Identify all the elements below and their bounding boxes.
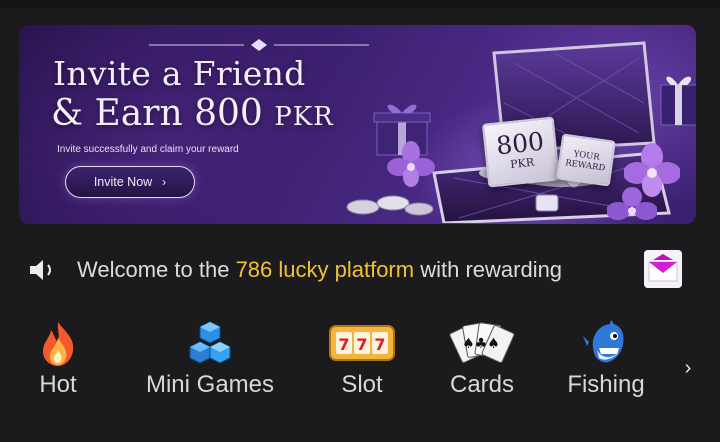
banner-title-prefix: & Earn — [51, 93, 195, 134]
banner-title-amount: 800 — [194, 93, 263, 134]
banner-title-currency: PKR — [274, 102, 334, 132]
chevron-right-icon: › — [162, 175, 167, 189]
category-cards-label: Cards — [449, 371, 515, 398]
svg-text:7: 7 — [338, 335, 349, 354]
orchid-flower-icon — [607, 187, 657, 220]
svg-text:7: 7 — [374, 335, 385, 354]
announcement-text-before: Welcome to the — [77, 257, 236, 282]
coins-icon — [346, 195, 434, 216]
chevron-right-icon[interactable]: › — [680, 355, 696, 381]
cubes-icon — [189, 321, 231, 364]
speaker-icon — [30, 260, 51, 280]
category-hot[interactable]: Hot — [22, 318, 94, 408]
announcement-text-after: with rewarding — [414, 257, 563, 282]
banner-title-line1: Invite a Friend — [53, 54, 306, 93]
flame-icon — [43, 322, 74, 366]
banner-subtitle: Invite successfully and claim your rewar… — [57, 144, 239, 155]
category-fishing[interactable]: Fishing — [556, 318, 656, 408]
playing-cards-icon: ♠♣♠ — [449, 322, 515, 363]
mail-icon[interactable] — [644, 250, 682, 288]
announcement-highlight: 786 lucky platform — [235, 257, 415, 282]
slot-machine-icon: 7 7 7 — [329, 325, 395, 361]
ornament-divider — [149, 39, 369, 51]
invite-now-button[interactable]: Invite Now › — [65, 166, 195, 198]
category-slot-label: Slot — [341, 371, 383, 398]
category-mini-games[interactable]: Mini Games — [136, 318, 284, 408]
category-slot[interactable]: 7 7 7 Slot — [322, 318, 402, 408]
svg-text:♠♣♠: ♠♣♠ — [462, 336, 500, 352]
banner-title-line2: & Earn 800 PKR — [51, 95, 334, 136]
invite-now-label: Invite Now — [93, 175, 153, 189]
announcement-marquee[interactable]: Welcome to the 786 lucky platform with r… — [28, 248, 696, 292]
category-cards[interactable]: ♠♣♠ Cards — [440, 318, 524, 408]
announcement-text: Welcome to the 786 lucky platform with r… — [77, 257, 562, 283]
category-hot-label: Hot — [39, 371, 77, 398]
invite-banner[interactable]: Invite a Friend & Earn 800 PKR Invite su… — [19, 25, 696, 224]
reward-amount-card: 800 PKR — [481, 116, 561, 188]
gift-box-icon — [660, 76, 696, 126]
your-reward-card: YOUR REWARD — [556, 133, 616, 187]
top-bar — [0, 0, 720, 8]
category-fishing-label: Fishing — [567, 371, 645, 398]
svg-text:7: 7 — [356, 335, 367, 354]
shark-icon — [583, 320, 624, 363]
category-mini-games-label: Mini Games — [145, 371, 275, 398]
orchid-flower-icon — [387, 141, 435, 187]
